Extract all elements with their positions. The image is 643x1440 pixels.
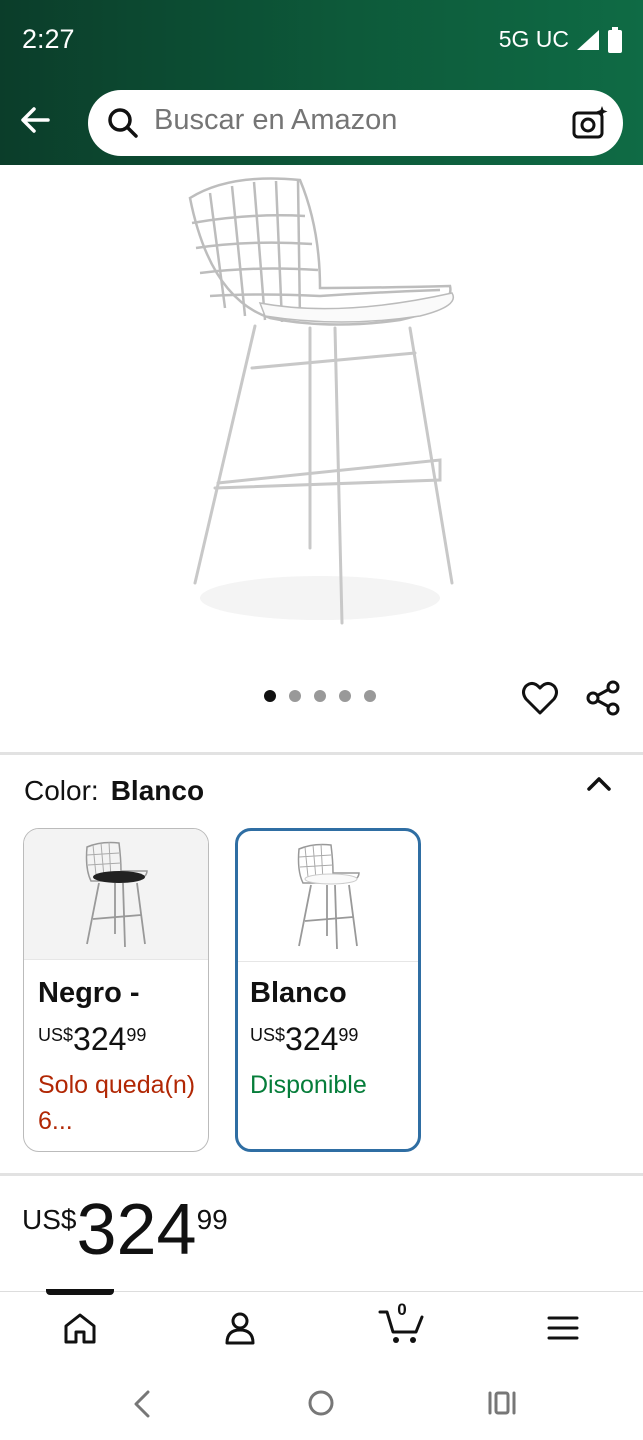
system-navigation-bar <box>0 1366 643 1440</box>
price-cents: 99 <box>196 1204 228 1235</box>
status-icons: 5G UC <box>499 26 623 53</box>
carousel-dot[interactable] <box>314 690 326 702</box>
search-icon <box>108 108 138 138</box>
cart-button[interactable]: 0 <box>378 1300 426 1346</box>
camera-search-icon[interactable] <box>571 104 609 142</box>
account-icon[interactable] <box>222 1310 258 1346</box>
stock-status: Solo queda(n) 6... <box>38 1071 196 1135</box>
variant-price: US$32499 <box>250 1021 358 1058</box>
price-whole: 324 <box>73 1021 127 1057</box>
carousel-dot[interactable] <box>289 690 301 702</box>
stock-status: Disponible <box>250 1071 367 1099</box>
image-carousel-dots[interactable] <box>264 690 376 702</box>
variant-card-blanco[interactable]: Blanco US$32499 Disponible <box>235 828 421 1152</box>
variant-thumbnail <box>238 831 418 962</box>
white-stool-thumbnail-icon <box>297 843 360 950</box>
chevron-up-icon[interactable] <box>586 772 612 794</box>
section-divider <box>0 1173 643 1176</box>
color-value: Blanco <box>110 775 205 806</box>
system-recents-icon[interactable] <box>487 1390 517 1416</box>
heart-icon[interactable] <box>521 680 559 716</box>
home-icon[interactable] <box>62 1310 98 1346</box>
status-time: 2:27 <box>22 24 75 54</box>
system-back-icon[interactable] <box>130 1388 154 1420</box>
network-label: 5G UC <box>498 26 569 52</box>
active-tab-indicator <box>46 1289 114 1295</box>
variant-card-negro[interactable]: Negro - US$32499 Solo queda(n) 6... <box>23 828 209 1152</box>
black-stool-thumbnail-icon <box>85 841 148 948</box>
system-home-icon[interactable] <box>306 1388 336 1418</box>
price-whole: 324 <box>285 1021 339 1057</box>
price-cents: 99 <box>126 1025 147 1045</box>
signal-icon <box>577 29 599 50</box>
price-currency: US$ <box>22 1204 77 1235</box>
color-selector-label: Color: Blanco <box>24 775 204 807</box>
variant-price: US$32499 <box>38 1021 146 1058</box>
variant-title: Blanco <box>250 977 347 1009</box>
variant-thumbnail <box>24 829 208 960</box>
carousel-dot[interactable] <box>364 690 376 702</box>
share-icon[interactable] <box>585 680 621 716</box>
app-header: 2:27 5G UC <box>0 0 643 165</box>
price-currency: US$ <box>38 1025 74 1045</box>
product-price: US$32499 <box>22 1192 228 1268</box>
back-arrow-icon[interactable] <box>16 100 56 140</box>
search-bar[interactable] <box>88 90 623 156</box>
section-divider <box>0 752 643 755</box>
battery-icon <box>608 26 622 53</box>
wire-bar-stool-image[interactable] <box>170 168 470 638</box>
search-input[interactable] <box>154 104 554 137</box>
carousel-dot-active[interactable] <box>264 690 276 702</box>
price-cents: 99 <box>338 1025 359 1045</box>
bottom-navigation: 0 <box>0 1289 643 1367</box>
cart-count: 0 <box>397 1300 407 1319</box>
carousel-dot[interactable] <box>339 690 351 702</box>
color-label-text: Color: <box>24 775 99 806</box>
price-currency: US$ <box>250 1025 286 1045</box>
variant-title: Negro - <box>38 977 140 1009</box>
price-whole: 324 <box>76 1190 197 1270</box>
menu-icon[interactable] <box>546 1310 580 1346</box>
